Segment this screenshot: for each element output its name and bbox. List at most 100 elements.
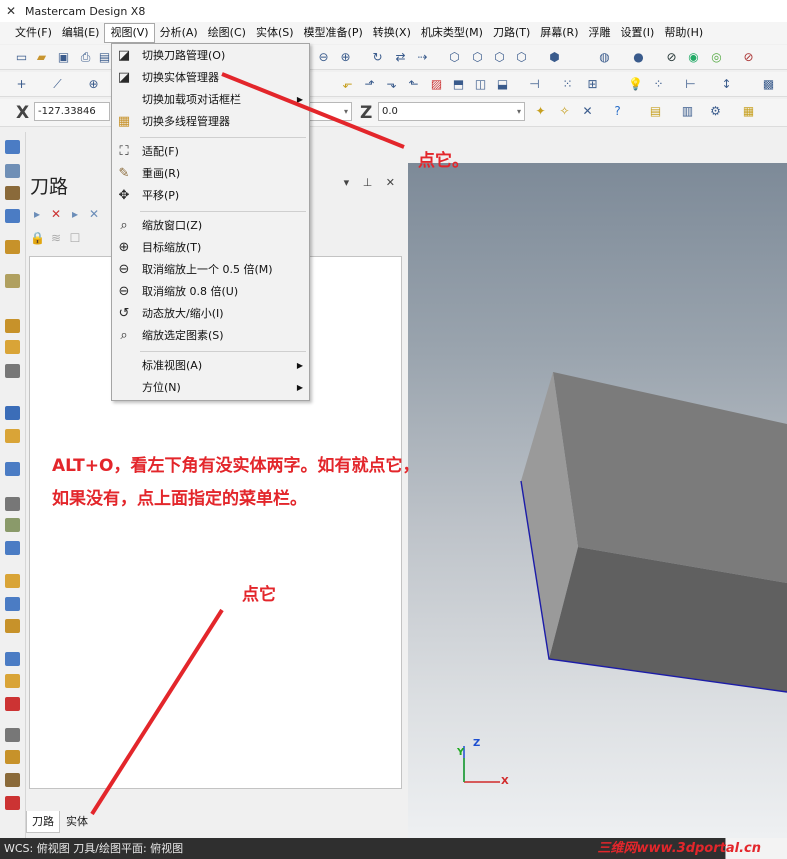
menu-view[interactable]: 视图(V) bbox=[104, 23, 155, 43]
solid-undo-icon[interactable] bbox=[5, 796, 20, 810]
menu-model-prep[interactable]: 模型准备(P) bbox=[299, 23, 368, 43]
menu-item-zoom-window[interactable]: ⌕ 缩放窗口(Z) bbox=[112, 215, 309, 236]
solid-color-icon[interactable] bbox=[5, 773, 20, 787]
cube-view-icon-1[interactable]: ⬡ bbox=[447, 50, 462, 65]
menu-file[interactable]: 文件(F) bbox=[10, 23, 57, 43]
new-file-icon[interactable]: ▭ bbox=[14, 50, 29, 65]
solid-revolve-icon[interactable] bbox=[5, 164, 20, 178]
menu-item-standard-views[interactable]: 标准视图(A) ▶ bbox=[112, 355, 309, 376]
solid-check-icon[interactable] bbox=[5, 674, 20, 688]
regenerate-dirty-icon[interactable]: ✕ bbox=[87, 207, 101, 221]
dimension-vertical-icon[interactable]: ↕ bbox=[719, 77, 734, 92]
snap-icon-2[interactable]: ⬏ bbox=[362, 77, 377, 92]
menu-toolpaths[interactable]: 刀路(T) bbox=[488, 23, 535, 43]
grid-icon[interactable]: ⁙ bbox=[560, 77, 575, 92]
z-coordinate-input[interactable]: 0.0 ▾ bbox=[378, 102, 525, 121]
solid-chamfer-icon[interactable] bbox=[5, 319, 20, 333]
menu-settings[interactable]: 设置(I) bbox=[616, 23, 660, 43]
print-icon[interactable]: ⎙ bbox=[78, 50, 93, 65]
mirror-icon[interactable]: ⇄ bbox=[393, 50, 408, 65]
print-preview-icon[interactable]: ▤ bbox=[97, 50, 112, 65]
solid-thicken-icon[interactable] bbox=[5, 518, 20, 532]
y-coordinate-input-tail[interactable]: ▾ bbox=[310, 102, 352, 121]
solid-split-icon[interactable] bbox=[5, 597, 20, 611]
menu-item-zoom-target[interactable]: ⊕ 目标缩放(T) bbox=[112, 237, 309, 258]
solid-boolean-icon[interactable] bbox=[5, 406, 20, 420]
trim-icon[interactable]: ⊣ bbox=[527, 77, 542, 92]
solid-mesh-icon[interactable] bbox=[5, 497, 20, 511]
tab-toolpaths[interactable]: 刀路 bbox=[26, 811, 60, 833]
menu-solids[interactable]: 实体(S) bbox=[251, 23, 299, 43]
shading-icon-4[interactable]: ⊘ bbox=[741, 50, 756, 65]
point-icon[interactable]: + bbox=[14, 77, 29, 92]
menu-item-toggle-addins-bar[interactable]: 切换加载项对话框栏 ▶ bbox=[112, 89, 309, 110]
cube-view-icon-3[interactable]: ⬡ bbox=[492, 50, 507, 65]
menu-item-toggle-solids-manager[interactable]: ◪ 切换实体管理器 bbox=[112, 67, 309, 88]
rotate-icon[interactable]: ↻ bbox=[370, 50, 385, 65]
menu-item-unzoom[interactable]: ⊖ 取消缩放 0.8 倍(U) bbox=[112, 281, 309, 302]
solid-find-icon[interactable] bbox=[5, 750, 20, 764]
tab-solids[interactable]: 实体 bbox=[60, 811, 94, 833]
menu-item-fit[interactable]: ⛶ 适配(F) bbox=[112, 141, 309, 162]
regenerate-icon[interactable]: ▸ bbox=[68, 207, 82, 221]
save-icon[interactable]: ▣ bbox=[56, 50, 71, 65]
solid-sheet-icon[interactable] bbox=[5, 728, 20, 742]
solid-draft-icon[interactable] bbox=[5, 429, 20, 443]
snap-icon-4[interactable]: ⬑ bbox=[406, 77, 421, 92]
menu-item-repaint[interactable]: ✎ 重画(R) bbox=[112, 163, 309, 184]
unzoom-toolbar-icon[interactable]: ⊖ bbox=[316, 50, 331, 65]
translate-icon[interactable]: ⇢ bbox=[415, 50, 430, 65]
menu-help[interactable]: 帮助(H) bbox=[659, 23, 708, 43]
select-mode-icon[interactable]: ▥ bbox=[680, 104, 695, 119]
shading-icon-2[interactable]: ◉ bbox=[686, 50, 701, 65]
solid-sweep-icon[interactable] bbox=[5, 186, 20, 200]
view-dropdown-icon[interactable]: ⬢ bbox=[547, 50, 562, 65]
solid-shell-icon[interactable] bbox=[5, 340, 20, 354]
autocursor-icon[interactable]: ✦ bbox=[533, 104, 548, 119]
toggle-display-icon[interactable]: ≋ bbox=[49, 231, 63, 245]
snap-icon-7[interactable]: ◫ bbox=[473, 77, 488, 92]
verify-icon[interactable]: ⚙ bbox=[708, 104, 723, 119]
solid-history-icon[interactable] bbox=[5, 652, 20, 666]
circle-icon[interactable]: ⊕ bbox=[86, 77, 101, 92]
toggle-post-icon[interactable]: ☐ bbox=[68, 231, 82, 245]
cancel-point-icon[interactable]: ✕ bbox=[580, 104, 595, 119]
open-file-icon[interactable]: ▰ bbox=[34, 50, 49, 65]
shading-icon-1[interactable]: ⊘ bbox=[664, 50, 679, 65]
menu-analyze[interactable]: 分析(A) bbox=[155, 23, 203, 43]
remove-operations-icon[interactable]: ✕ bbox=[49, 207, 63, 221]
panel-window-buttons[interactable]: ▾ ⊥ ✕ bbox=[344, 176, 400, 189]
line-icon[interactable]: ⟋ bbox=[50, 77, 65, 92]
menu-item-orientation[interactable]: 方位(N) ▶ bbox=[112, 377, 309, 398]
snap-icon-8[interactable]: ⬓ bbox=[495, 77, 510, 92]
lock-icon[interactable]: 🔒 bbox=[30, 231, 45, 245]
graphics-viewport[interactable]: Z Y X bbox=[408, 163, 787, 838]
solid-remove-icon[interactable] bbox=[5, 697, 20, 711]
x-coordinate-input[interactable]: -127.33846 bbox=[34, 102, 110, 121]
shading-icon-3[interactable]: ◎ bbox=[709, 50, 724, 65]
snap-icon-3[interactable]: ⬎ bbox=[384, 77, 399, 92]
dimension-horizontal-icon[interactable]: ⊢ bbox=[683, 77, 698, 92]
solid-move-icon[interactable] bbox=[5, 619, 20, 633]
settings-grid-icon[interactable]: ⁘ bbox=[651, 77, 666, 92]
sphere-icon[interactable]: ● bbox=[631, 50, 646, 65]
solid-box-icon[interactable] bbox=[5, 240, 20, 254]
light-icon[interactable]: 💡 bbox=[628, 77, 643, 92]
solid-fillet-icon[interactable] bbox=[5, 274, 20, 288]
transform-icon[interactable]: ⊞ bbox=[585, 77, 600, 92]
cube-view-icon-2[interactable]: ⬡ bbox=[470, 50, 485, 65]
solid-trim-icon[interactable] bbox=[5, 364, 20, 378]
help-icon[interactable]: ? bbox=[610, 104, 625, 119]
select-icon[interactable]: ▤ bbox=[648, 104, 663, 119]
cube-view-icon-4[interactable]: ⬡ bbox=[514, 50, 529, 65]
menu-item-toggle-toolpath-manager[interactable]: ◪ 切换刀路管理(O) bbox=[112, 45, 309, 66]
menu-create[interactable]: 绘图(C) bbox=[203, 23, 251, 43]
menu-item-zoom-selected[interactable]: ⌕ 缩放选定图素(S) bbox=[112, 325, 309, 346]
snap-icon-6[interactable]: ⬒ bbox=[451, 77, 466, 92]
snap-icon-1[interactable]: ⬐ bbox=[340, 77, 355, 92]
hatch-icon[interactable]: ▩ bbox=[761, 77, 776, 92]
chain-icon[interactable]: ▦ bbox=[741, 104, 756, 119]
solid-layout-icon[interactable] bbox=[5, 462, 20, 476]
select-all-operations-icon[interactable]: ▸ bbox=[30, 207, 44, 221]
menu-screen[interactable]: 屏幕(R) bbox=[535, 23, 583, 43]
